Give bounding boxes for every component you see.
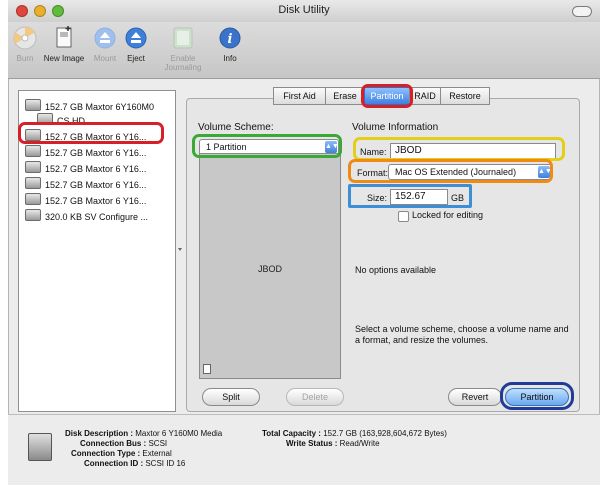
eject-icon [123, 25, 149, 51]
volume-item[interactable]: CS HD [37, 113, 85, 127]
connection-type-value: External [142, 449, 172, 458]
burn-button[interactable]: Burn [12, 25, 38, 63]
disk-info-footer: Disk Description : Maxtor 6 Y160M0 Media… [8, 414, 600, 485]
burn-label: Burn [16, 54, 34, 63]
size-field[interactable]: 152.67 [390, 189, 448, 205]
delete-button[interactable]: Delete [286, 388, 344, 406]
size-unit: GB [451, 193, 465, 203]
disk-item-selected[interactable]: 152.7 GB Maxtor 6 Y16... [25, 129, 146, 143]
partition-label: JBOD [257, 264, 282, 274]
format-popup[interactable]: Mac OS Extended (Journaled) ▲▼ [388, 164, 552, 180]
disk-description-label: Disk Description : [65, 429, 134, 438]
mount-label: Mount [93, 54, 117, 63]
volume-information-title: Volume Information [352, 122, 439, 133]
journaling-icon [170, 25, 196, 51]
partition-map[interactable]: JBOD [199, 153, 341, 379]
revert-button[interactable]: Revert [448, 388, 502, 406]
disk-item[interactable]: 320.0 KB SV Configure ... [25, 209, 148, 223]
hard-disk-icon [28, 433, 52, 461]
write-status-value: Read/Write [339, 439, 380, 448]
tab-partition[interactable]: Partition [364, 87, 410, 105]
disk-description-value: Maxtor 6 Y160M0 Media [135, 429, 223, 438]
locked-for-editing-label: Locked for editing [412, 210, 484, 220]
connection-id-value: SCSI ID 16 [145, 459, 186, 468]
hard-disk-icon [25, 193, 41, 205]
help-text: Select a volume scheme, choose a volume … [355, 324, 569, 345]
tab-raid[interactable]: RAID [409, 87, 441, 105]
write-status-label: Write Status : [286, 439, 338, 448]
disk-utility-window: Disk Utility Burn New Image Mount Eject … [8, 0, 600, 485]
mount-icon [92, 25, 118, 51]
format-label: Format: [357, 168, 389, 178]
name-label: Name: [360, 147, 387, 157]
lock-icon [203, 364, 211, 374]
popup-arrows-icon: ▲▼ [325, 141, 339, 153]
disk-label: 152.7 GB Maxtor 6 Y16... [45, 164, 147, 174]
disk-label: 152.7 GB Maxtor 6 Y16... [45, 132, 147, 142]
eject-label: Eject [127, 54, 145, 63]
connection-id-label: Connection ID : [84, 459, 144, 468]
disk-item[interactable]: 152.7 GB Maxtor 6 Y16... [25, 193, 146, 207]
disk-label: 152.7 GB Maxtor 6 Y16... [45, 196, 147, 206]
hard-disk-icon [25, 99, 41, 111]
new-image-icon [51, 25, 77, 51]
split-button[interactable]: Split [202, 388, 260, 406]
connection-bus-value: SCSI [148, 439, 168, 448]
window-title: Disk Utility [278, 4, 330, 16]
info-button[interactable]: i Info [216, 25, 244, 63]
connection-type-label: Connection Type : [71, 449, 141, 458]
svg-text:i: i [228, 32, 233, 47]
total-capacity-label: Total Capacity : [262, 429, 321, 438]
hard-disk-icon [25, 177, 41, 189]
disk-label: 320.0 KB SV Configure ... [45, 212, 149, 222]
disk-list[interactable]: 152.7 GB Maxtor 6Y160M0 CS HD 152.7 GB M… [18, 90, 176, 412]
disk-item[interactable]: 152.7 GB Maxtor 6 Y16... [25, 177, 146, 191]
volume-label: CS HD [57, 116, 86, 126]
volume-icon [37, 113, 53, 125]
popup-arrows-icon: ▲▼ [538, 166, 552, 178]
enable-journaling-label: Enable Journaling [164, 54, 202, 72]
title-bar: Disk Utility [8, 0, 600, 23]
toolbar-toggle-button[interactable] [572, 6, 592, 17]
toolbar: Burn New Image Mount Eject Enable Journa… [8, 22, 600, 79]
size-label: Size: [367, 193, 388, 203]
total-capacity-value: 152.7 GB (163,928,604,672 Bytes) [323, 429, 447, 438]
burn-icon [12, 25, 38, 51]
partition-button[interactable]: Partition [505, 388, 569, 406]
splitter-handle[interactable] [176, 90, 184, 410]
hard-disk-icon [25, 145, 41, 157]
tab-restore[interactable]: Restore [440, 87, 490, 105]
hard-disk-icon [25, 129, 41, 141]
mount-button[interactable]: Mount [90, 25, 120, 63]
hard-disk-icon [25, 209, 41, 221]
enable-journaling-button[interactable]: Enable Journaling [152, 25, 214, 72]
eject-button[interactable]: Eject [122, 25, 150, 63]
locked-for-editing-checkbox[interactable] [398, 211, 409, 222]
hard-disk-icon [25, 161, 41, 173]
connection-bus-label: Connection Bus : [80, 439, 147, 448]
tab-first-aid[interactable]: First Aid [273, 87, 326, 105]
tab-erase[interactable]: Erase [325, 87, 365, 105]
disk-label: 152.7 GB Maxtor 6 Y16... [45, 148, 147, 158]
disk-item[interactable]: 152.7 GB Maxtor 6 Y16... [25, 145, 146, 159]
new-image-button[interactable]: New Image [40, 25, 88, 63]
volume-scheme-value: 1 Partition [206, 142, 247, 152]
disk-label: 152.7 GB Maxtor 6Y160M0 [45, 102, 155, 112]
volume-scheme-title: Volume Scheme: [198, 122, 274, 133]
disk-item[interactable]: 152.7 GB Maxtor 6Y160M0 [25, 99, 154, 113]
disk-item[interactable]: 152.7 GB Maxtor 6 Y16... [25, 161, 146, 175]
info-icon: i [217, 25, 243, 51]
no-options-text: No options available [355, 265, 437, 275]
disk-label: 152.7 GB Maxtor 6 Y16... [45, 180, 147, 190]
new-image-label: New Image [43, 54, 85, 63]
info-label: Info [223, 54, 237, 63]
format-value: Mac OS Extended (Journaled) [395, 167, 517, 177]
volume-name-field[interactable]: JBOD [390, 143, 556, 159]
